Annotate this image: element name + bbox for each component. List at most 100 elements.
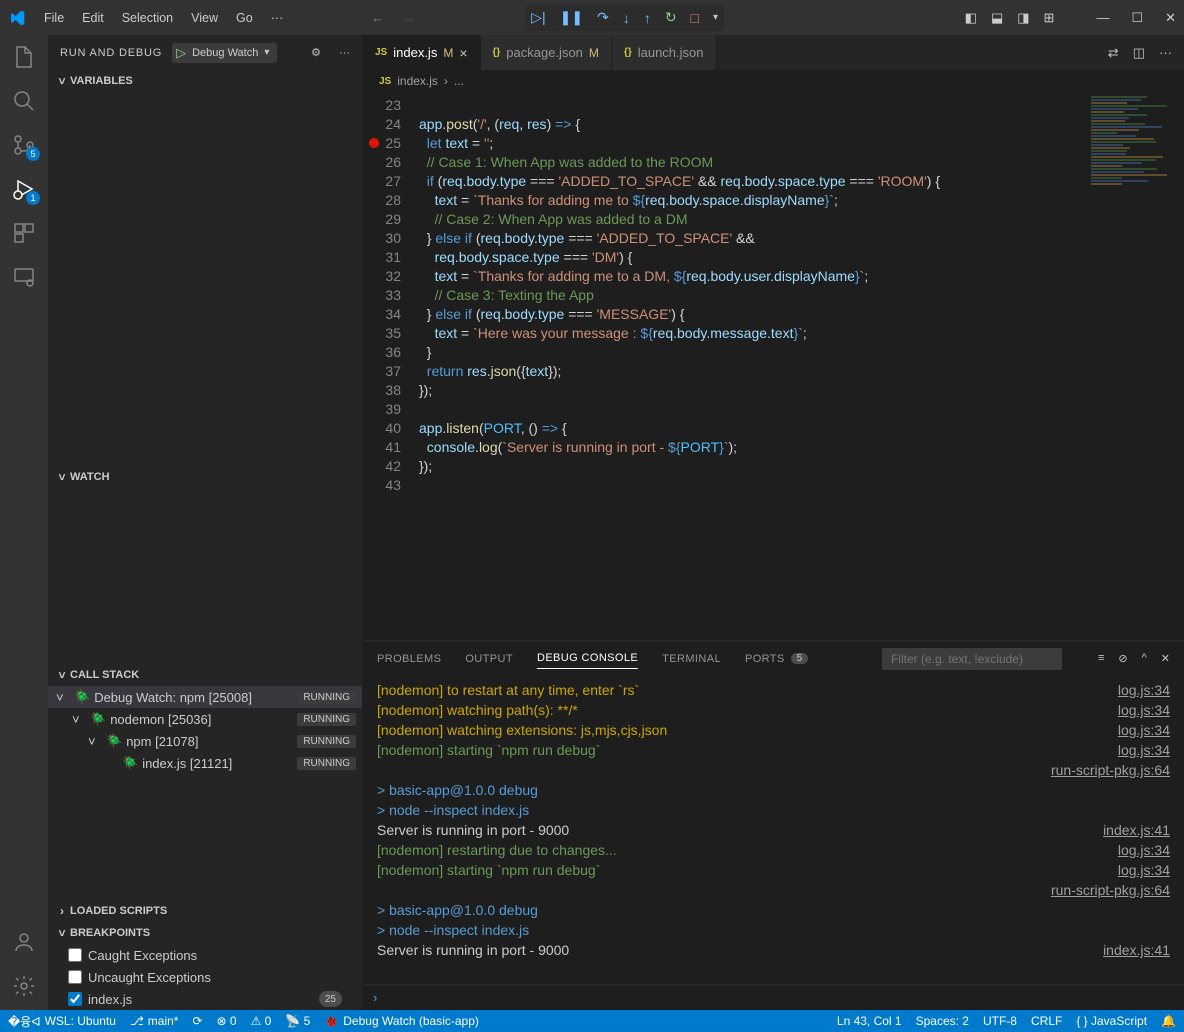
more-icon[interactable]: ··· [339,47,350,59]
more-actions-icon[interactable]: ··· [1159,45,1172,60]
code-content[interactable]: app.post('/', (req, res) => { let text =… [419,92,1084,640]
panel-tab-ports[interactable]: PORTS [745,653,785,665]
callstack-row[interactable]: ˅🪲nodemon [25036]RUNNING [48,708,362,730]
console-source-link[interactable]: index.js:41 [1103,820,1170,840]
console-source-link[interactable]: run-script-pkg.js:64 [1051,880,1170,900]
tab-package.json[interactable]: {}package.jsonM [481,35,612,70]
bp-file-checkbox[interactable] [68,992,82,1006]
loaded-scripts-header[interactable]: ›LOADED SCRIPTS [48,900,362,922]
debug-config-selector[interactable]: ▷ Debug Watch ▾ [172,43,277,63]
panel-tab-problems[interactable]: PROBLEMS [377,653,441,665]
tab-index.js[interactable]: JSindex.jsM× [363,35,481,70]
debug-settings-icon[interactable]: ⚙ [311,46,321,59]
bp-caught-checkbox[interactable] [68,948,82,962]
menu-edit[interactable]: Edit [74,7,112,29]
panel-clear-icon[interactable]: ⊘ [1118,652,1127,665]
layout-right-icon[interactable]: ◨ [1017,10,1029,26]
console-source-link[interactable]: index.js:41 [1103,940,1170,960]
debug-stop-icon[interactable]: □ [691,10,699,26]
layout-bottom-icon[interactable]: ⬓ [991,10,1003,26]
language-status[interactable]: { } JavaScript [1076,1014,1147,1028]
console-source-link[interactable]: log.js:34 [1118,740,1170,760]
start-debug-icon[interactable]: ▷ [176,45,186,61]
debug-continue-icon[interactable]: ▷| [531,9,545,26]
nav-back-icon[interactable]: ← [371,10,384,25]
console-source-link[interactable]: log.js:34 [1118,840,1170,860]
console-source-link[interactable]: log.js:34 [1118,700,1170,720]
bp-file[interactable]: index.js25 [48,988,362,1010]
indent-status[interactable]: Spaces: 2 [916,1014,969,1028]
panel-tab-terminal[interactable]: TERMINAL [662,653,721,665]
panel-tab-debug-console[interactable]: DEBUG CONSOLE [537,652,638,669]
extensions-icon[interactable] [10,219,38,247]
remote-status[interactable]: �융ᐊ WSL: Ubuntu [8,1013,116,1030]
debug-dropdown-icon[interactable]: ▾ [713,12,718,23]
console-source-link[interactable]: log.js:34 [1118,680,1170,700]
debug-pause-icon[interactable]: ❚❚ [560,9,583,26]
ports-status[interactable]: 📡 5 [285,1014,310,1028]
menu-go[interactable]: Go [228,7,261,29]
bp-uncaught[interactable]: Uncaught Exceptions [48,966,362,988]
breakpoints-section-header[interactable]: ˅BREAKPOINTS [48,922,362,944]
callstack-row[interactable]: ˅🪲Debug Watch: npm [25008]RUNNING [48,686,362,708]
code-editor[interactable]: 2324252627282930313233343536373839404142… [363,92,1184,640]
console-source-link[interactable]: log.js:34 [1118,860,1170,880]
window-close-icon[interactable]: ✕ [1165,10,1176,26]
callstack-section-header[interactable]: ˅CALL STACK [48,664,362,686]
tab-close-icon[interactable]: × [459,45,467,61]
panel-tab-output[interactable]: OUTPUT [465,653,513,665]
menu-···[interactable]: ··· [263,7,292,29]
menu-file[interactable]: File [36,7,72,29]
layout-left-icon[interactable]: ◧ [965,10,977,26]
debug-step-into-icon[interactable]: ↓ [623,10,630,26]
menu-view[interactable]: View [183,7,226,29]
settings-gear-icon[interactable] [10,972,38,1000]
eol-status[interactable]: CRLF [1031,1014,1062,1028]
git-branch-status[interactable]: ⎇ main* [130,1014,179,1028]
remote-explorer-icon[interactable] [10,263,38,291]
split-editor-icon[interactable]: ◫ [1133,45,1145,61]
callstack-row[interactable]: ˅🪲npm [21078]RUNNING [48,730,362,752]
explorer-icon[interactable] [10,43,38,71]
console-filter-input[interactable] [882,648,1062,670]
encoding-status[interactable]: UTF-8 [983,1014,1017,1028]
nav-forward-icon[interactable]: → [402,10,415,25]
compare-changes-icon[interactable]: ⇄ [1108,45,1119,61]
console-input[interactable]: › [363,984,1184,1010]
search-icon[interactable] [10,87,38,115]
panel-close-icon[interactable]: ✕ [1161,652,1170,665]
line-gutter[interactable]: 2324252627282930313233343536373839404142… [363,92,419,640]
panel-lines-icon[interactable]: ≡ [1098,652,1104,665]
debug-status[interactable]: 🐞 Debug Watch (basic-app) [324,1014,479,1028]
debug-step-out-icon[interactable]: ↑ [644,10,651,26]
breadcrumb[interactable]: JS index.js › ... [363,70,1184,92]
errors-status[interactable]: ⊗ 0 [217,1014,237,1028]
minimap[interactable] [1084,92,1184,640]
git-sync-status[interactable]: ⟳ [192,1014,202,1028]
callstack-row[interactable]: 🪲index.js [21121]RUNNING [48,752,362,774]
window-minimize-icon[interactable]: — [1096,10,1109,26]
source-control-icon[interactable]: 5 [10,131,38,159]
tab-launch.json[interactable]: {}launch.json [612,35,717,70]
window-maximize-icon[interactable]: ☐ [1131,10,1143,26]
breadcrumb-file: index.js [397,74,438,88]
run-debug-icon[interactable]: 1 [10,175,38,203]
debug-console[interactable]: [nodemon] to restart at any time, enter … [363,676,1184,984]
bp-caught[interactable]: Caught Exceptions [48,944,362,966]
debug-restart-icon[interactable]: ↻ [665,9,677,26]
watch-section-header[interactable]: ˅WATCH [48,466,362,488]
variables-section-header[interactable]: ˅VARIABLES [48,70,362,92]
accounts-icon[interactable] [10,928,38,956]
debug-step-over-icon[interactable]: ↷ [597,9,609,26]
warnings-status[interactable]: ⚠ 0 [251,1014,272,1028]
sidebar-title: RUN AND DEBUG [60,47,162,59]
layout-custom-icon[interactable]: ⊞ [1044,10,1055,26]
panel-maximize-icon[interactable]: ^ [1142,652,1147,665]
console-source-link[interactable]: log.js:34 [1118,720,1170,740]
menu-selection[interactable]: Selection [114,7,181,29]
cursor-pos-status[interactable]: Ln 43, Col 1 [837,1014,902,1028]
console-source-link[interactable]: run-script-pkg.js:64 [1051,760,1170,780]
bp-uncaught-checkbox[interactable] [68,970,82,984]
notifications-icon[interactable]: 🔔 [1161,1014,1176,1028]
breakpoint-dot-icon[interactable] [369,138,379,148]
